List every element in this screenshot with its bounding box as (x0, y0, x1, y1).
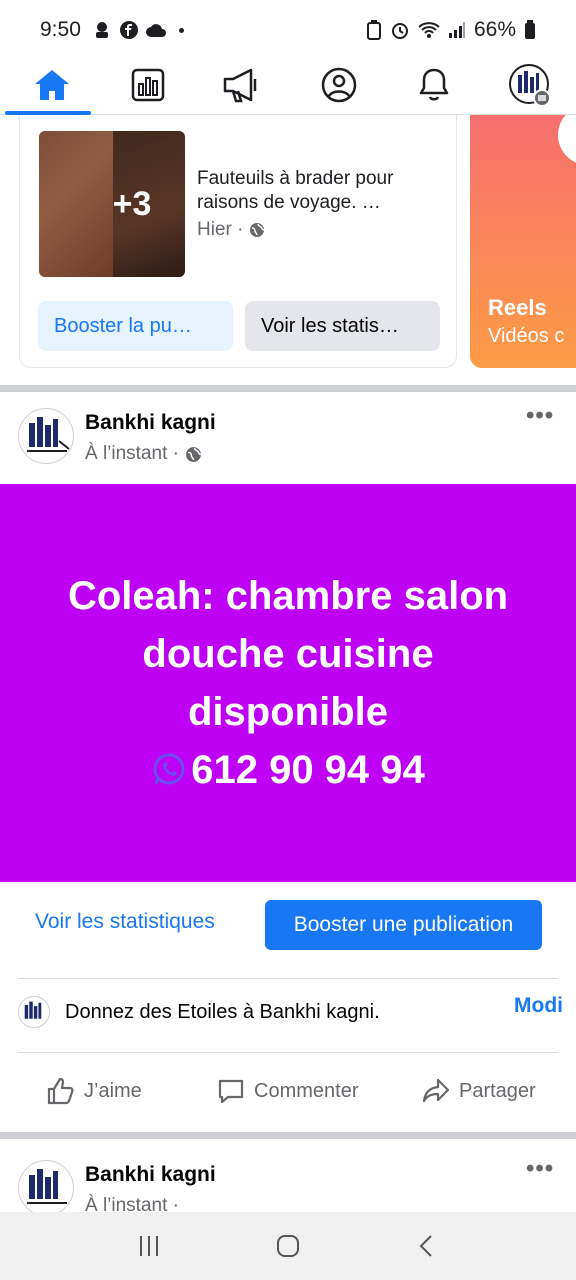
home-button-icon[interactable] (276, 1234, 300, 1258)
battery-saver-icon (366, 20, 381, 40)
share-button[interactable]: Partager (421, 1076, 536, 1106)
suggestions-carousel: +3 Fauteuils à brader pour raisons de vo… (0, 115, 576, 387)
boost-post-button[interactable]: Booster une publication (265, 900, 542, 950)
more-notifications-dot (178, 27, 184, 33)
rating-prompt: Donnez des Etoiles à Bankhi kagni. (65, 1001, 380, 1023)
page-logo-icon (27, 417, 70, 452)
status-time: 9:50 (40, 18, 81, 41)
globe-icon (186, 446, 202, 462)
comment-label: Commenter (254, 1079, 359, 1102)
nav-notifications[interactable] (412, 63, 456, 107)
dashboard-icon (131, 68, 164, 101)
feed-divider (0, 385, 576, 392)
reels-subtitle: Vidéos c (488, 325, 565, 347)
wifi-icon (418, 22, 440, 38)
page-logo-icon (27, 1169, 67, 1204)
listing-thumbnail[interactable]: +3 (39, 131, 185, 277)
top-nav-bar (0, 55, 576, 115)
promo-meta: Hier · (197, 219, 265, 241)
post-line-3: disponible (188, 690, 388, 734)
battery-percent: 66% (473, 18, 516, 41)
system-navigation-bar (0, 1212, 576, 1280)
signal-icon (448, 22, 465, 38)
post-author[interactable]: Bankhi kagni (85, 411, 216, 435)
bell-icon (420, 68, 449, 100)
app-notification-icon (95, 22, 108, 38)
nav-page-menu[interactable] (508, 63, 552, 107)
promo-card[interactable]: +3 Fauteuils à brader pour raisons de vo… (19, 115, 457, 368)
nav-profile[interactable] (317, 63, 361, 107)
cloud-icon (145, 24, 166, 37)
comment-icon (218, 1079, 244, 1104)
divider (18, 1052, 558, 1053)
globe-icon (250, 223, 265, 237)
feed-divider (0, 1132, 576, 1139)
post-line-2: douche cuisine (142, 632, 434, 676)
whatsapp-icon (153, 753, 185, 785)
thumbs-up-icon (47, 1077, 74, 1105)
boost-post-button[interactable]: Booster la pu… (38, 301, 233, 351)
post-author[interactable]: Bankhi kagni (85, 1163, 216, 1187)
comment-button[interactable]: Commenter (216, 1076, 358, 1106)
megaphone-icon (223, 68, 257, 102)
post-line-1: Coleah: chambre salon (67, 574, 509, 618)
promo-title: Fauteuils à brader pour raisons de voyag… (197, 168, 394, 213)
view-stats-link[interactable]: Voir les statistiques (35, 910, 215, 934)
more-options-icon[interactable]: ••• (526, 402, 554, 430)
share-icon (422, 1078, 450, 1103)
more-options-icon[interactable]: ••• (526, 1155, 554, 1183)
like-button[interactable]: J’aime (46, 1076, 142, 1106)
nav-ads[interactable] (221, 63, 265, 107)
avatar[interactable] (18, 1160, 74, 1216)
profile-icon (321, 67, 357, 102)
nav-dashboard[interactable] (126, 63, 170, 107)
post-time: À l’instant · (85, 443, 202, 465)
more-photos-count: +3 (39, 131, 185, 277)
avatar (18, 996, 50, 1028)
view-stats-button[interactable]: Voir les statis… (245, 301, 440, 351)
battery-icon (525, 20, 535, 39)
recent-apps-icon[interactable] (137, 1234, 161, 1258)
avatar[interactable] (18, 408, 74, 464)
alarm-icon (391, 23, 408, 39)
home-icon (35, 69, 69, 100)
post-text-image[interactable]: Coleah: chambre salon douche cuisine dis… (0, 484, 576, 882)
share-label: Partager (459, 1079, 536, 1102)
page-logo-icon (24, 1001, 42, 1019)
facebook-icon (119, 21, 138, 39)
post-phone-number: 612 90 94 94 (191, 748, 425, 792)
page-avatar-icon (508, 63, 551, 107)
reels-card[interactable]: Reels Vidéos c (470, 115, 576, 368)
modify-link[interactable]: Modi (514, 994, 563, 1018)
reels-title: Reels (488, 295, 547, 320)
like-label: J’aime (84, 1079, 142, 1102)
nav-home[interactable] (30, 63, 74, 107)
status-bar: 9:50 66% (0, 0, 576, 60)
divider (18, 978, 558, 979)
back-icon[interactable] (415, 1234, 439, 1258)
